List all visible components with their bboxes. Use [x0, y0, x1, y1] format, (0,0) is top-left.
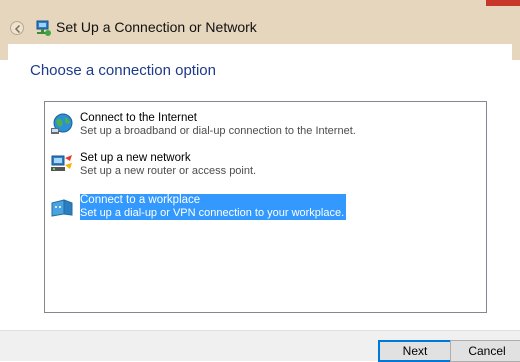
option-description: Set up a new router or access point. — [80, 165, 257, 177]
option-description: Set up a broadband or dial-up connection… — [80, 125, 356, 137]
option-name: Connect to the Internet — [80, 112, 197, 124]
network-setup-icon — [36, 20, 51, 36]
back-arrow-icon[interactable] — [10, 21, 24, 35]
close-icon[interactable] — [486, 0, 520, 6]
page-title: Choose a connection option — [30, 62, 216, 79]
option-new-network[interactable]: Set up a new network Set up a new router… — [80, 152, 256, 178]
connection-options-list: Connect to the Internet Set up a broadba… — [44, 101, 487, 313]
option-connect-workplace[interactable]: Connect to a workplace Set up a dial-up … — [80, 194, 347, 220]
option-connect-internet[interactable]: Connect to the Internet Set up a broadba… — [80, 112, 356, 138]
dialog-footer: Next Cancel — [0, 330, 520, 362]
option-name: Connect to a workplace — [80, 194, 201, 206]
workplace-icon — [51, 199, 73, 217]
option-name: Set up a new network — [80, 152, 191, 164]
cancel-button[interactable]: Cancel — [450, 340, 520, 362]
next-button[interactable]: Next — [378, 340, 452, 362]
option-description: Set up a dial-up or VPN connection to yo… — [80, 207, 345, 219]
globe-icon — [51, 113, 73, 134]
router-icon — [51, 155, 72, 171]
window-title: Set Up a Connection or Network — [56, 19, 257, 35]
